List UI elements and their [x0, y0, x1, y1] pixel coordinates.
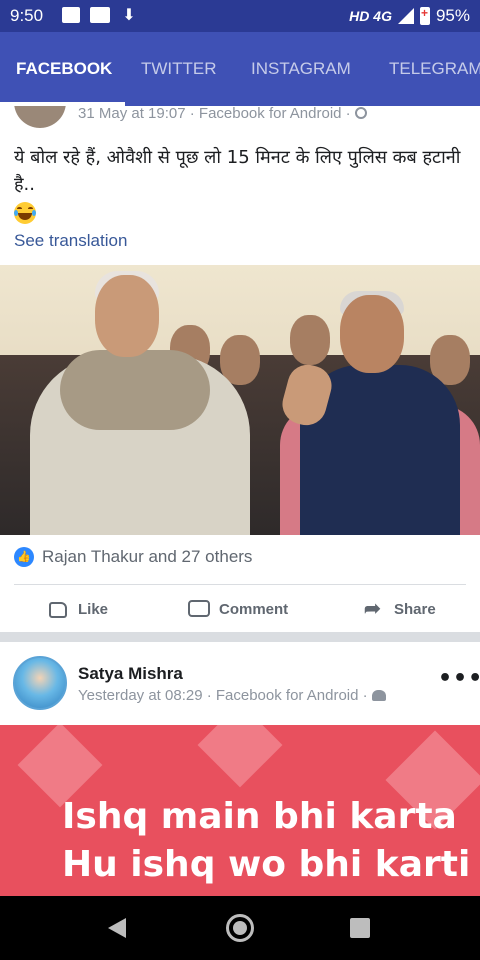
like-button[interactable]: Like	[46, 598, 108, 620]
network-indicator: HD 4G	[349, 8, 392, 24]
post-timestamp: 31 May at 19:07 · Facebook for Android ·	[78, 106, 351, 122]
share-icon: ➦	[364, 598, 381, 620]
share-button[interactable]: ➦ Share	[362, 598, 436, 620]
battery-percent: 95%	[435, 6, 470, 25]
author-name[interactable]: Satya Mishra	[78, 664, 183, 684]
see-translation-link[interactable]: See translation	[14, 231, 127, 251]
banner-text: Ishq main bhi karta Hu ishq wo bhi karti	[62, 796, 471, 885]
signal-icon	[397, 8, 414, 24]
status-right: HD 4G 95%	[349, 6, 470, 26]
post-separator	[0, 632, 480, 642]
comment-button[interactable]: Comment	[187, 598, 288, 620]
navigation-bar	[0, 896, 480, 960]
tab-instagram[interactable]: INSTAGRAM	[251, 59, 351, 79]
tab-telegram[interactable]: TELEGRAM	[389, 59, 480, 79]
tab-bar: FACEBOOK TWITTER INSTAGRAM TELEGRAM	[0, 32, 480, 106]
thumbs-up-icon	[46, 598, 70, 620]
notification-icons: ⬇	[62, 7, 138, 25]
divider	[14, 584, 466, 585]
paytm-icon	[90, 7, 110, 23]
avatar[interactable]	[14, 106, 66, 128]
friends-icon	[371, 690, 386, 701]
news-feed[interactable]: 31 May at 19:07 · Facebook for Android ·…	[0, 106, 480, 896]
avatar[interactable]	[13, 656, 67, 710]
post-photo[interactable]	[0, 265, 480, 535]
globe-icon	[354, 107, 367, 119]
recent-apps-icon[interactable]	[350, 918, 370, 938]
back-icon[interactable]	[108, 918, 126, 938]
message-icon	[62, 7, 80, 23]
post-banner-image[interactable]: Ishq main bhi karta Hu ishq wo bhi karti	[0, 725, 480, 896]
tab-twitter[interactable]: TWITTER	[141, 59, 217, 79]
post-meta: 31 May at 19:07 · Facebook for Android ·	[78, 106, 367, 122]
status-bar: 9:50 ⬇ HD 4G 95%	[0, 0, 480, 32]
home-icon[interactable]	[226, 914, 254, 942]
download-icon: ⬇	[122, 5, 136, 24]
like-reaction-icon: 👍	[14, 547, 34, 567]
battery-icon	[419, 6, 430, 25]
post-timestamp: Yesterday at 08:29 · Facebook for Androi…	[78, 687, 368, 704]
comment-icon	[187, 598, 211, 620]
status-time: 9:50	[10, 6, 44, 25]
reaction-count: Rajan Thakur and 27 others	[42, 547, 253, 566]
post-meta: Yesterday at 08:29 · Facebook for Androi…	[78, 687, 386, 704]
post-actions: Like Comment ➦ Share	[0, 592, 480, 632]
reaction-summary[interactable]: 👍 Rajan Thakur and 27 others	[14, 547, 252, 567]
laughing-emoji-icon	[14, 202, 36, 224]
more-options-icon[interactable]: •••	[438, 666, 480, 691]
post-text: ये बोल रहे हैं, ओवैशी से पूछ लो 15 मिनट …	[14, 147, 461, 195]
tab-facebook[interactable]: FACEBOOK	[16, 59, 112, 79]
